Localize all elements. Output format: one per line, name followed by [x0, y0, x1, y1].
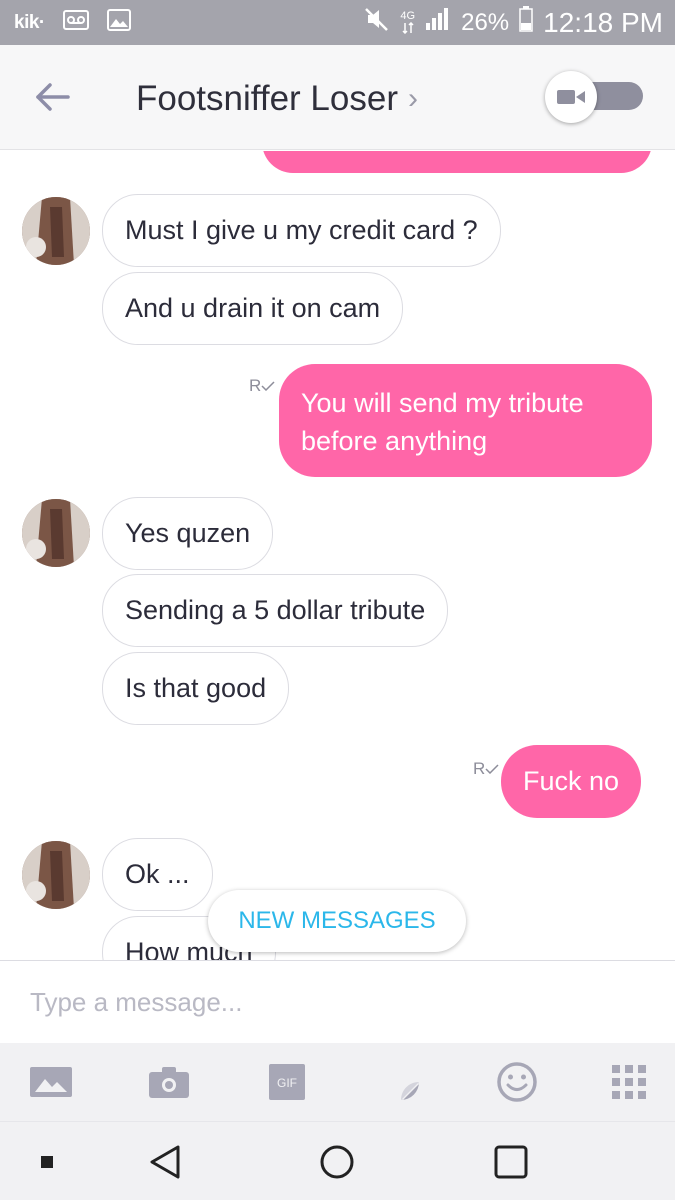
avatar[interactable] — [22, 197, 90, 265]
overview-square-icon[interactable] — [489, 1140, 533, 1184]
video-chat-toggle[interactable] — [545, 71, 643, 123]
gif-icon[interactable]: GIF — [265, 1061, 309, 1103]
partial-outgoing-bubble — [262, 151, 652, 173]
attachment-toolbar: GIF — [0, 1043, 675, 1121]
chat-header: Footsniffer Loser › — [0, 45, 675, 150]
outgoing-message[interactable]: Fuck no — [501, 745, 642, 818]
read-receipt-icon: R — [249, 376, 275, 396]
composer-bar — [0, 960, 675, 1043]
new-messages-button[interactable]: NEW MESSAGES — [208, 890, 466, 952]
message-list[interactable]: Must I give u my credit card ? And u dra… — [0, 151, 675, 960]
battery-icon — [519, 6, 533, 39]
chevron-right-icon: › — [408, 82, 418, 115]
incoming-message[interactable]: Yes quzen — [102, 497, 274, 570]
voicemail-icon — [62, 10, 89, 35]
contact-name: Footsniffer Loser — [136, 79, 398, 118]
message-line: You will send my tribute — [301, 388, 584, 418]
status-bar: kik· 4G 26% 12:18 PM — [0, 0, 675, 45]
incoming-message[interactable]: Is that good — [102, 652, 290, 725]
home-circle-icon[interactable] — [315, 1140, 359, 1184]
incoming-message[interactable]: And u drain it on cam — [102, 272, 404, 345]
network-4g-icon: 4G — [400, 11, 415, 34]
kik-notification-icon: kik· — [14, 11, 45, 33]
incoming-message[interactable]: Must I give u my credit card ? — [102, 194, 501, 267]
gallery-icon[interactable] — [29, 1061, 73, 1103]
camera-icon[interactable] — [147, 1061, 191, 1103]
mute-icon — [364, 6, 390, 39]
message-line: before anything — [301, 426, 488, 456]
back-arrow-icon[interactable] — [32, 81, 72, 113]
recent-dot-icon[interactable] — [25, 1140, 69, 1184]
sticker-icon[interactable] — [379, 1061, 423, 1103]
gif-label: GIF — [277, 1076, 297, 1090]
back-triangle-icon[interactable] — [143, 1140, 187, 1184]
avatar[interactable] — [22, 499, 90, 567]
incoming-message[interactable]: Ok ... — [102, 838, 213, 911]
avatar[interactable] — [22, 841, 90, 909]
contact-name-button[interactable]: Footsniffer Loser › — [136, 79, 418, 119]
apps-grid-icon[interactable] — [607, 1061, 651, 1103]
battery-percent: 26% — [461, 8, 510, 36]
message-input[interactable] — [30, 979, 640, 1025]
outgoing-message[interactable]: You will send my tribute before anything — [279, 364, 652, 477]
video-camera-icon — [545, 71, 597, 123]
read-receipt-icon: R — [473, 759, 499, 779]
incoming-message[interactable]: Sending a 5 dollar tribute — [102, 574, 449, 647]
clock: 12:18 PM — [543, 6, 663, 38]
emoji-icon[interactable] — [495, 1061, 539, 1103]
signal-icon — [425, 7, 451, 38]
image-notification-icon — [106, 9, 131, 36]
system-nav-bar — [0, 1121, 675, 1200]
